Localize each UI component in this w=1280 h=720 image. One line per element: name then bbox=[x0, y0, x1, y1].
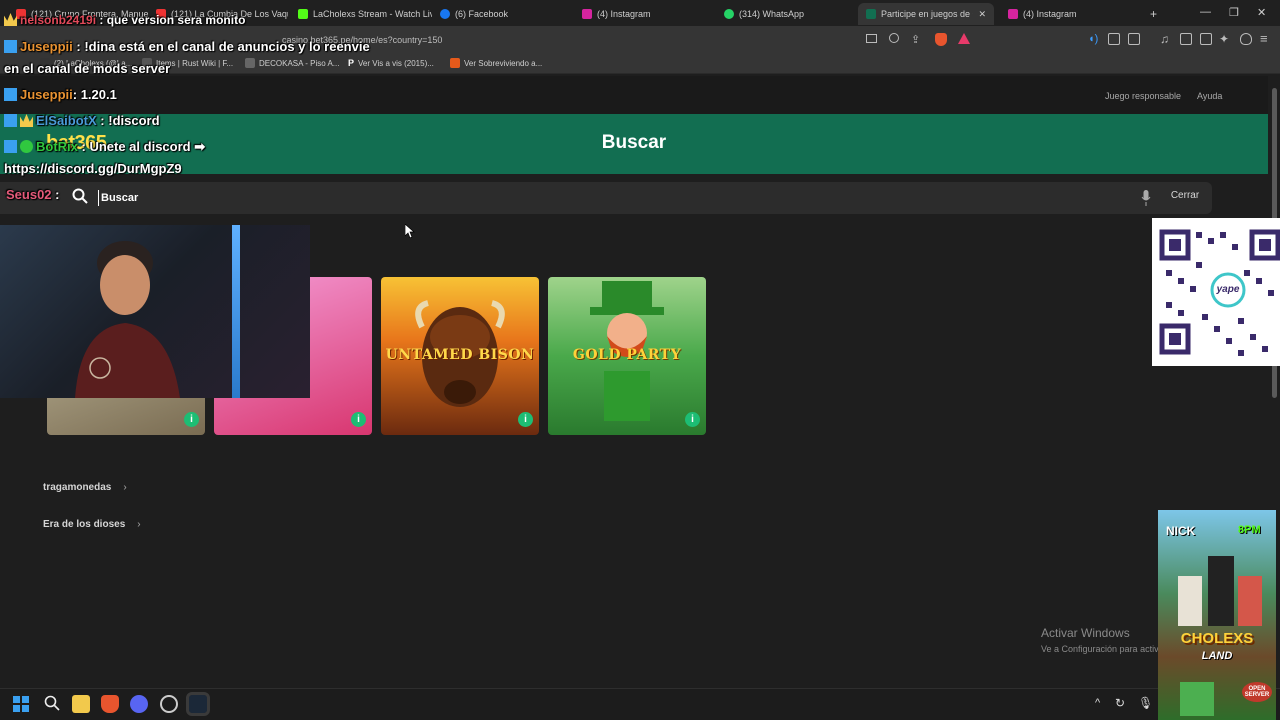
kick-x-badge-icon bbox=[4, 114, 17, 127]
promo-time: 8PM bbox=[1238, 524, 1261, 536]
bookmark-5[interactable]: Ver Sobreviviendo a... bbox=[450, 58, 542, 68]
streamer-figure bbox=[75, 241, 180, 398]
bet365-icon bbox=[866, 9, 876, 19]
bookmark-4[interactable]: P Ver Vis a vis (2015)... bbox=[348, 58, 434, 68]
chevron-right-icon: › bbox=[137, 519, 141, 530]
promo-platform: NICK bbox=[1166, 524, 1196, 538]
tab-8[interactable]: (4) Instagram bbox=[1000, 3, 1140, 25]
audio-icon[interactable]: ◖) bbox=[1088, 33, 1098, 45]
tab-6[interactable]: (314) WhatsApp bbox=[716, 3, 856, 25]
vpn-icon[interactable] bbox=[1240, 33, 1252, 45]
obs-icon[interactable] bbox=[160, 695, 178, 713]
search-icon bbox=[72, 188, 88, 204]
file-explorer-icon[interactable] bbox=[72, 695, 90, 713]
brave-rewards-icon[interactable] bbox=[958, 33, 970, 44]
promo-banner: NICK 8PM CHOLEXS LAND OPEN SERVER bbox=[1158, 510, 1276, 720]
facebook-icon bbox=[440, 9, 450, 19]
search-input[interactable] bbox=[98, 190, 1098, 206]
tab-3[interactable]: LaCholexs Stream - Watch Live bbox=[290, 3, 432, 25]
bookmark-3[interactable]: DECOKASA - Piso A... bbox=[245, 58, 339, 68]
light-strip bbox=[232, 225, 240, 398]
brave-browser-icon[interactable] bbox=[101, 695, 119, 713]
chat-message: Seus02 : bbox=[6, 187, 60, 202]
mic-tray-icon[interactable]: 🎙 bbox=[1138, 696, 1153, 710]
p-icon: P bbox=[348, 58, 355, 68]
info-icon[interactable]: i bbox=[184, 412, 199, 427]
minecraft-creeper-icon bbox=[1180, 682, 1214, 716]
sidebar-icon[interactable] bbox=[1180, 33, 1192, 45]
instagram-icon bbox=[582, 9, 592, 19]
sync-icon[interactable]: ↻ bbox=[1115, 696, 1125, 710]
chat-message-continuation: https://discord.gg/DurMgpZ9 bbox=[4, 161, 182, 176]
screenshot-icon[interactable] bbox=[1128, 33, 1140, 45]
chat-message: Juseppii : !dina está en el canal de anu… bbox=[4, 39, 370, 54]
close-window-icon[interactable]: ✕ bbox=[1257, 6, 1266, 19]
instagram-icon bbox=[1008, 9, 1018, 19]
kick-x-badge-icon bbox=[4, 88, 17, 101]
minimize-icon[interactable]: — bbox=[1200, 6, 1211, 18]
windows-start-icon[interactable] bbox=[13, 696, 29, 712]
game-title: GOLD PARTY bbox=[572, 347, 682, 363]
category-era-de-los-dioses[interactable]: Era de los dioses › bbox=[43, 519, 141, 530]
brave-shield-icon[interactable] bbox=[935, 33, 947, 46]
promo-title: CHOLEXS bbox=[1180, 630, 1254, 647]
yape-logo: yape bbox=[1216, 284, 1240, 295]
chat-message-continuation: en el canal de mods server bbox=[4, 61, 171, 76]
discord-icon[interactable] bbox=[130, 695, 148, 713]
chat-message: Juseppii: 1.20.1 bbox=[4, 87, 117, 102]
info-icon[interactable]: i bbox=[351, 412, 366, 427]
crown-badge-icon bbox=[20, 114, 33, 127]
game-tile-gold-party[interactable]: GOLD PARTY i bbox=[548, 277, 706, 435]
info-icon[interactable]: i bbox=[518, 412, 533, 427]
extensions-icon[interactable] bbox=[1108, 33, 1120, 45]
chat-message: nelsonb2419i : que version sera monito bbox=[4, 13, 245, 27]
taskbar-search-icon[interactable] bbox=[44, 695, 60, 711]
promo-subtitle: LAND bbox=[1201, 650, 1233, 662]
cast-icon[interactable] bbox=[866, 34, 877, 43]
leo-ai-icon[interactable]: ✦ bbox=[1219, 32, 1229, 46]
close-search-button[interactable]: Cerrar bbox=[1160, 190, 1210, 201]
microphone-icon[interactable] bbox=[1141, 190, 1151, 206]
yape-qr-code: yape bbox=[1152, 218, 1280, 366]
game-tile-untamed-bison[interactable]: UNTAMED BISON i bbox=[381, 277, 539, 435]
crown-badge-icon bbox=[4, 13, 17, 26]
open-server-badge: OPEN SERVER bbox=[1242, 682, 1272, 702]
responsible-gaming-link[interactable]: Juego responsable bbox=[1105, 91, 1181, 101]
wallet-icon[interactable] bbox=[1200, 33, 1212, 45]
webcam-overlay bbox=[0, 225, 310, 398]
close-tab-icon[interactable]: ✕ bbox=[978, 9, 986, 20]
tab-5[interactable]: (4) Instagram bbox=[574, 3, 714, 25]
zoom-icon[interactable] bbox=[889, 33, 899, 43]
promo-characters bbox=[1178, 556, 1262, 626]
maximize-icon[interactable]: ❐ bbox=[1229, 6, 1239, 19]
chat-message: ElSaibotX : !discord bbox=[4, 113, 160, 128]
mouse-cursor-icon bbox=[405, 224, 415, 238]
category-tragamonedas[interactable]: tragamonedas › bbox=[43, 482, 127, 493]
site-header bbox=[0, 76, 1268, 114]
globe-icon bbox=[245, 58, 255, 68]
kick-x-badge-icon bbox=[4, 40, 17, 53]
share-icon[interactable]: ⇪ bbox=[911, 33, 920, 46]
chat-message: BotRix : Unete al discord ➡ bbox=[4, 139, 205, 155]
steam-icon[interactable] bbox=[186, 692, 210, 716]
whatsapp-icon bbox=[724, 9, 734, 19]
new-tab-button[interactable]: + bbox=[1142, 3, 1162, 25]
screen: (121) Grupo Frontera, Manuel (121) La Cu… bbox=[0, 0, 1280, 720]
info-icon[interactable]: i bbox=[685, 412, 700, 427]
help-link[interactable]: Ayuda bbox=[1197, 91, 1222, 101]
video-icon bbox=[450, 58, 460, 68]
chevron-up-icon[interactable]: ^ bbox=[1095, 697, 1100, 709]
chevron-right-icon: › bbox=[123, 482, 127, 493]
verified-badge-icon bbox=[20, 140, 33, 153]
game-title: UNTAMED BISON bbox=[385, 347, 535, 363]
music-icon[interactable]: ♫ bbox=[1160, 32, 1169, 46]
tab-4[interactable]: (6) Facebook bbox=[432, 3, 572, 25]
tab-active[interactable]: Participe en juegos de Ca✕ bbox=[858, 3, 994, 25]
kick-icon bbox=[298, 9, 308, 19]
kick-x-badge-icon bbox=[4, 140, 17, 153]
menu-icon[interactable]: ≡ bbox=[1260, 31, 1268, 46]
